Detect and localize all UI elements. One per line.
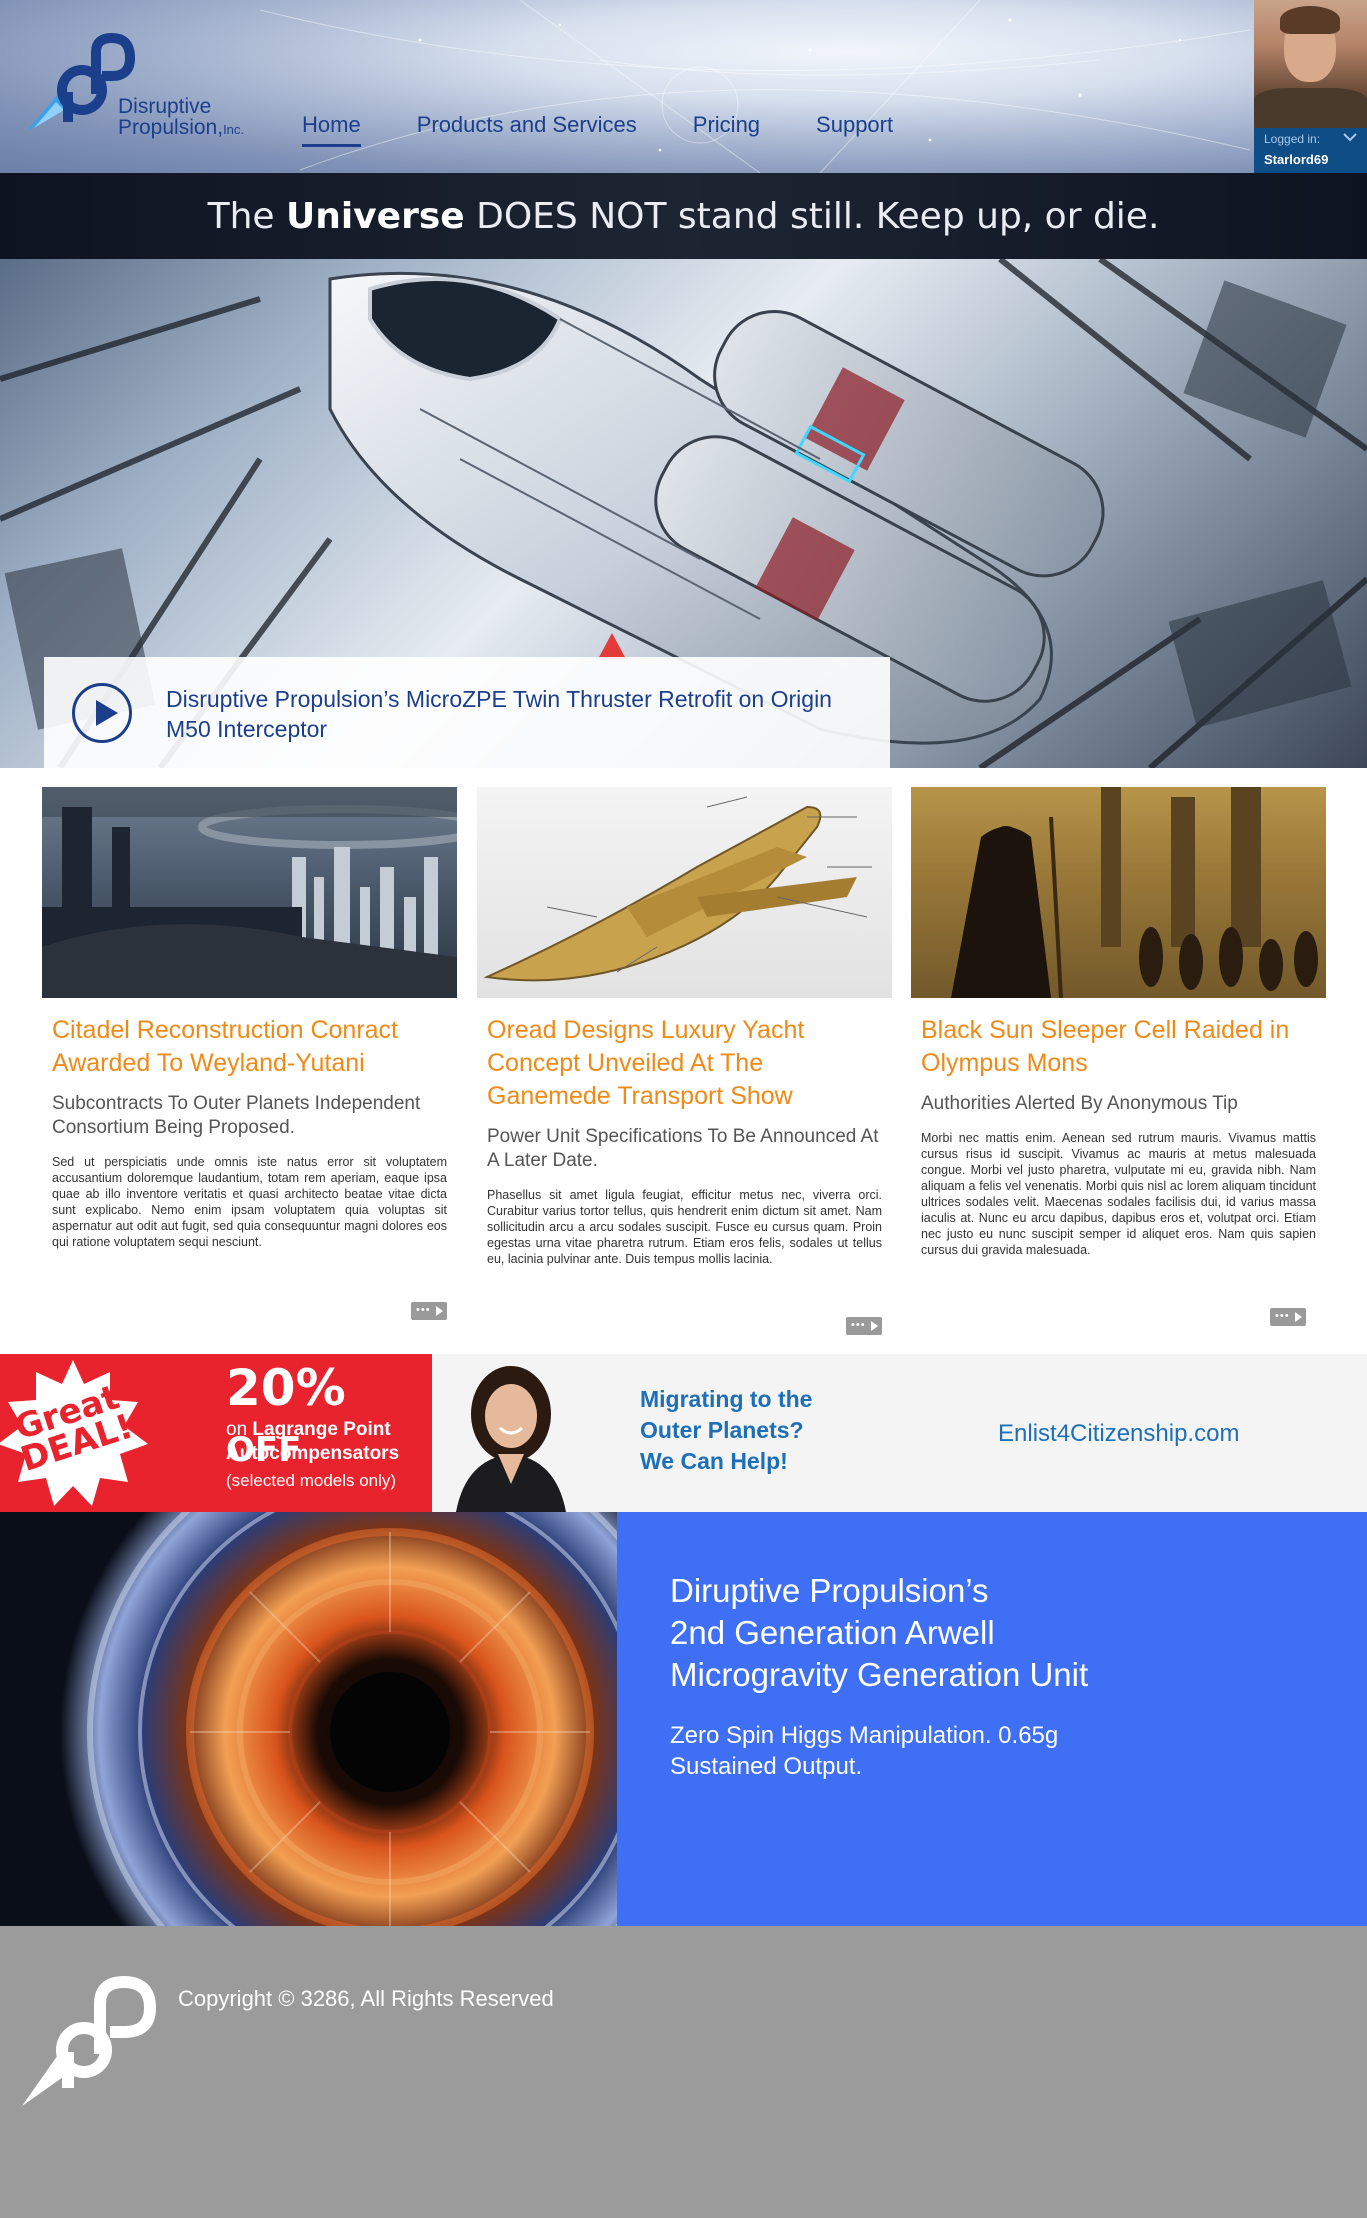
article-body: Phasellus sit amet ligula feugiat, effic… [487, 1188, 882, 1266]
on-prefix: on [226, 1419, 253, 1440]
article-thumbnail-city-ruins[interactable] [42, 787, 457, 998]
feature-title[interactable]: Diruptive Propulsion’s 2nd Generation Ar… [670, 1570, 1320, 1696]
arrow-right-icon [871, 1321, 878, 1331]
company-logo[interactable]: Disruptive Propulsion,Inc. [20, 32, 270, 142]
migrate-line3: We Can Help! [640, 1448, 788, 1474]
product-name-line1: Lagrange Point [252, 1419, 391, 1440]
video-title[interactable]: Disruptive Propulsion’s MicroZPE Twin Th… [166, 684, 866, 744]
tagline-prefix: The [207, 195, 286, 237]
promo-banner[interactable]: Great DEAL! 20% OFF on Lagrange Point Au… [0, 1354, 1367, 1512]
migrate-line1: Migrating to the [640, 1386, 813, 1412]
feature-description-panel[interactable]: Diruptive Propulsion’s 2nd Generation Ar… [617, 1512, 1367, 1926]
feature-title-line1: Diruptive Propulsion’s [670, 1572, 989, 1609]
feature-title-line2: 2nd Generation Arwell [670, 1614, 995, 1651]
brand-suffix: Inc. [223, 122, 245, 137]
company-wordmark: Disruptive Propulsion,Inc. [118, 96, 244, 140]
arrow-right-icon [1295, 1312, 1302, 1322]
article-subhead: Power Unit Specifications To Be Announce… [487, 1126, 879, 1171]
avatar[interactable] [1254, 0, 1367, 128]
article-subhead: Authorities Alerted By Anonymous Tip [921, 1093, 1238, 1114]
article-body: Sed ut perspiciatis unde omnis iste natu… [52, 1155, 447, 1249]
footer-logo-icon[interactable] [20, 1968, 160, 2110]
site-footer: Copyright © 3286, All Rights Reserved [0, 1926, 1367, 2218]
article-card: Black Sun Sleeper Cell Raided in Olympus… [911, 787, 1326, 1326]
brand-name-line1: Disruptive [118, 95, 212, 118]
arrow-right-icon [436, 1306, 443, 1316]
read-more-button[interactable]: ••• [846, 1317, 882, 1335]
nav-item-products-and-services[interactable]: Products and Services [417, 112, 637, 147]
tagline-bar: The Universe DOES NOT stand still. Keep … [0, 173, 1367, 259]
hero-banner: Disruptive Propulsion’s MicroZPE Twin Th… [0, 259, 1367, 768]
brand-name-line2: Propulsion, [118, 116, 224, 139]
feature-sub-line1: Zero Spin Higgs Manipulation. 0.65g [670, 1722, 1059, 1749]
article-headline[interactable]: Oread Designs Luxury Yacht Concept Unvei… [487, 1014, 882, 1113]
copyright-text: Copyright © 3286, All Rights Reserved [178, 1986, 554, 2011]
nav-item-home[interactable]: Home [302, 112, 361, 147]
generator-image[interactable] [0, 1512, 617, 1926]
product-name-line2: Autocompensators [226, 1443, 400, 1464]
read-more-button[interactable]: ••• [1270, 1308, 1306, 1326]
article-body: Morbi nec mattis enim. Aenean sed rutrum… [921, 1131, 1316, 1257]
play-button[interactable] [72, 683, 132, 743]
nav-item-pricing[interactable]: Pricing [693, 112, 760, 147]
feature-subtitle: Zero Spin Higgs Manipulation. 0.65g Sust… [670, 1720, 1230, 1782]
article-card: Citadel Reconstruction Conract Awarded T… [42, 787, 457, 1320]
user-account-menu[interactable]: Logged in: Starlord69 [1254, 0, 1367, 173]
great-deal-badge: Great DEAL! [0, 1358, 158, 1508]
migration-promo-text[interactable]: Migrating to the Outer Planets? We Can H… [640, 1384, 890, 1477]
article-headline[interactable]: Citadel Reconstruction Conract Awarded T… [52, 1014, 447, 1080]
more-dots-icon: ••• [416, 1304, 431, 1316]
read-more-button[interactable]: ••• [411, 1302, 447, 1320]
tagline-text: The Universe DOES NOT stand still. Keep … [208, 196, 1160, 237]
feature-sub-line2: Sustained Output. [670, 1753, 863, 1780]
enlist-citizenship-link[interactable]: Enlist4Citizenship.com [998, 1420, 1239, 1448]
main-nav: Home Products and Services Pricing Suppo… [302, 112, 949, 147]
tagline-emphasis: Universe [285, 195, 465, 237]
article-subhead: Subcontracts To Outer Planets Independen… [52, 1093, 421, 1138]
migrate-line2: Outer Planets? [640, 1417, 804, 1443]
more-dots-icon: ••• [1275, 1310, 1290, 1322]
discount-product-line1: on Lagrange Point [226, 1418, 391, 1442]
feature-section: Diruptive Propulsion’s 2nd Generation Ar… [0, 1512, 1367, 1926]
discount-note: (selected models only) [226, 1471, 397, 1490]
percent-value: 20% [226, 1359, 346, 1417]
more-dots-icon: ••• [851, 1319, 866, 1331]
article-headline[interactable]: Black Sun Sleeper Cell Raided in Olympus… [921, 1014, 1316, 1080]
discount-promo[interactable]: Great DEAL! 20% OFF on Lagrange Point Au… [0, 1354, 432, 1512]
username: Starlord69 [1264, 152, 1329, 167]
tagline-suffix: DOES NOT stand still. Keep up, or die. [464, 195, 1160, 237]
article-card: Oread Designs Luxury Yacht Concept Unvei… [477, 787, 892, 1335]
play-icon [96, 700, 118, 726]
chevron-down-icon[interactable] [1342, 130, 1358, 144]
site-header: Disruptive Propulsion,Inc. Home Products… [0, 0, 1367, 173]
logged-in-label: Logged in: [1264, 132, 1321, 146]
featured-video-caption[interactable]: Disruptive Propulsion’s MicroZPE Twin Th… [44, 657, 890, 768]
article-thumbnail-crowd-city[interactable] [911, 787, 1326, 998]
feature-title-line3: Microgravity Generation Unit [670, 1656, 1089, 1693]
spokesperson-photo [436, 1354, 586, 1512]
article-thumbnail-yacht[interactable] [477, 787, 892, 998]
nav-item-support[interactable]: Support [816, 112, 893, 147]
